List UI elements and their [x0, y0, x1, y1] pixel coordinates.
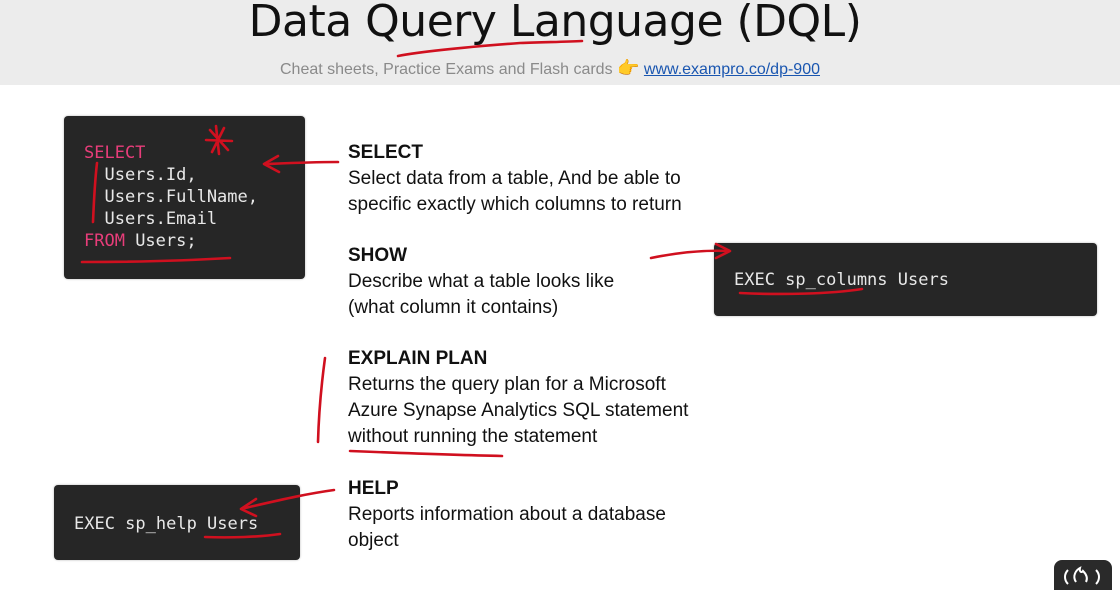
term-help-name: HELP	[348, 478, 399, 499]
term-select-desc-1: Select data from a table, And be able to	[348, 168, 681, 189]
ink-vertical-explain	[316, 356, 327, 444]
show-code-text: EXEC sp_columns Users	[734, 270, 949, 290]
code-line-3: Users.FullName,	[84, 187, 258, 207]
subtitle-text: Cheat sheets, Practice Exams and Flash c…	[279, 61, 613, 78]
ink-underline-explain	[348, 449, 504, 458]
subtitle: Cheat sheets, Practice Exams and Flash c…	[0, 58, 1100, 79]
code-line-4: Users.Email	[84, 209, 218, 229]
select-code-box: SELECT Users.Id, Users.FullName, Users.E…	[64, 116, 305, 279]
code-line-5: FROM Users;	[84, 231, 197, 251]
freecodecamp-flame-icon	[1052, 558, 1114, 592]
exampro-link[interactable]: www.exampro.co/dp-900	[644, 61, 820, 78]
term-show-desc-2: (what column it contains)	[348, 297, 559, 318]
help-code-text: EXEC sp_help Users	[74, 514, 259, 534]
code-line-1: SELECT	[84, 143, 146, 163]
term-explain-name: EXPLAIN PLAN	[348, 348, 488, 369]
header-band: Data Query Language (DQL) Cheat sheets, …	[0, 0, 1120, 85]
term-help-desc-1: Reports information about a database	[348, 504, 666, 525]
term-explain-desc-2: Azure Synapse Analytics SQL statement	[348, 400, 689, 421]
point-right-emoji: 👉	[617, 58, 640, 78]
code-line-2: Users.Id,	[84, 165, 197, 185]
term-select-desc-2: specific exactly which columns to return	[348, 194, 682, 215]
term-explain-desc-1: Returns the query plan for a Microsoft	[348, 374, 666, 395]
term-explain-desc-3: without running the statement	[348, 426, 598, 447]
term-help: HELP Reports information about a databas…	[348, 476, 666, 554]
term-show-desc-1: Describe what a table looks like	[348, 271, 615, 292]
page-title: Data Query Language (DQL)	[248, 0, 862, 47]
term-show-name: SHOW	[348, 245, 408, 266]
help-code-box: EXEC sp_help Users	[54, 485, 300, 560]
term-help-desc-2: object	[348, 530, 399, 551]
term-explain: EXPLAIN PLAN Returns the query plan for …	[348, 346, 688, 450]
term-select-name: SELECT	[348, 142, 423, 163]
term-show: SHOW Describe what a table looks like (w…	[348, 243, 614, 321]
term-select: SELECT Select data from a table, And be …	[348, 140, 682, 218]
show-code-box: EXEC sp_columns Users	[714, 243, 1097, 316]
